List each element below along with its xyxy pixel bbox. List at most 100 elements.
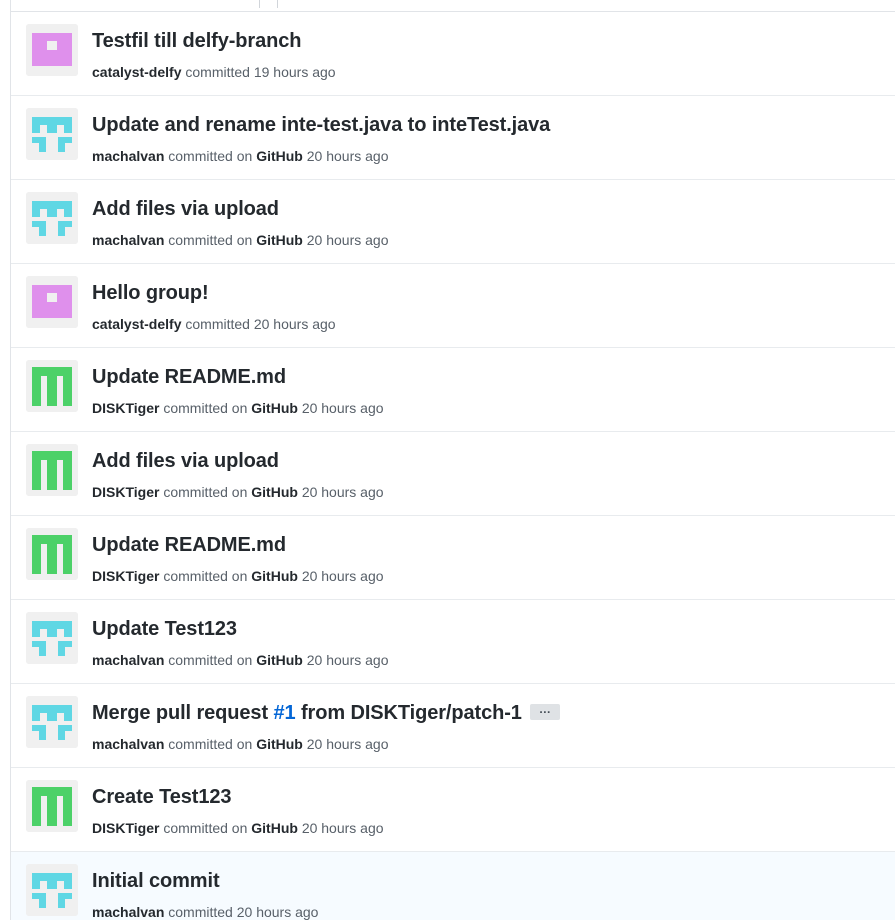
commit-row[interactable]: Add files via upload DISKTiger committed…: [11, 432, 895, 516]
identicon-purple: [26, 24, 78, 76]
commit-title[interactable]: Update and rename inte-test.java to inte…: [92, 114, 550, 137]
cyan-identicon-avatar[interactable]: [26, 864, 78, 916]
commit-meta: machalvan committed 20 hours ago: [92, 904, 318, 920]
commit-row[interactable]: Update README.md DISKTiger committed on …: [11, 516, 895, 600]
commit-time: 20 hours ago: [306, 652, 389, 668]
commit-title[interactable]: Add files via upload: [92, 450, 279, 473]
commit-platform: GitHub: [256, 232, 303, 248]
commit-row[interactable]: Testfil till delfy-branch catalyst-delfy…: [11, 12, 895, 96]
commit-platform: GitHub: [251, 484, 298, 500]
identicon-cyan: [26, 696, 78, 748]
commit-verb: committed on: [168, 232, 253, 248]
commit-meta: DISKTiger committed on GitHub 20 hours a…: [92, 568, 384, 584]
commit-verb: committed on: [163, 484, 248, 500]
commit-author[interactable]: catalyst-delfy: [92, 316, 181, 332]
commit-title[interactable]: Hello group!: [92, 282, 209, 305]
commit-platform: GitHub: [251, 400, 298, 416]
commit-verb: committed: [185, 316, 250, 332]
green-identicon-avatar[interactable]: [26, 780, 78, 832]
commit-row[interactable]: Hello group! catalyst-delfy committed 20…: [11, 264, 895, 348]
commit-time: 20 hours ago: [306, 736, 389, 752]
commit-meta: DISKTiger committed on GitHub 20 hours a…: [92, 484, 384, 500]
commit-title[interactable]: Update Test123: [92, 618, 237, 641]
identicon-cyan: [26, 192, 78, 244]
commit-platform: GitHub: [251, 568, 298, 584]
commit-meta: DISKTiger committed on GitHub 20 hours a…: [92, 400, 384, 416]
commit-meta: machalvan committed on GitHub 20 hours a…: [92, 652, 388, 668]
commit-platform: GitHub: [256, 148, 303, 164]
commit-platform: GitHub: [256, 652, 303, 668]
commit-meta: catalyst-delfy committed 20 hours ago: [92, 316, 336, 332]
expand-message-button[interactable]: …: [529, 703, 560, 720]
commit-time: 20 hours ago: [253, 316, 336, 332]
commit-row[interactable]: Update and rename inte-test.java to inte…: [11, 96, 895, 180]
commit-platform: GitHub: [256, 736, 303, 752]
commit-row[interactable]: Initial commit machalvan committed 20 ho…: [11, 852, 895, 920]
cyan-identicon-avatar[interactable]: [26, 108, 78, 160]
top-toolbar-edge: [11, 0, 895, 12]
commit-author[interactable]: machalvan: [92, 904, 164, 920]
commit-verb: committed: [185, 64, 250, 80]
commit-verb: committed on: [168, 652, 253, 668]
identicon-cyan: [26, 864, 78, 916]
identicon-green: [26, 780, 78, 832]
commit-title[interactable]: Add files via upload: [92, 198, 279, 221]
commit-time: 20 hours ago: [301, 400, 384, 416]
commit-row[interactable]: Update README.md DISKTiger committed on …: [11, 348, 895, 432]
commit-title-text[interactable]: Merge pull request: [92, 702, 273, 724]
purple-identicon-avatar[interactable]: [26, 24, 78, 76]
commit-title[interactable]: Testfil till delfy-branch: [92, 30, 301, 53]
commit-author[interactable]: DISKTiger: [92, 820, 159, 836]
commit-meta: machalvan committed on GitHub 20 hours a…: [92, 232, 388, 248]
commit-title: Merge pull request #1 from DISKTiger/pat…: [92, 702, 560, 725]
identicon-cyan: [26, 612, 78, 664]
commit-title-text[interactable]: from DISKTiger/patch-1: [296, 702, 522, 724]
commit-author[interactable]: machalvan: [92, 736, 164, 752]
commit-author[interactable]: DISKTiger: [92, 484, 159, 500]
commit-verb: committed on: [163, 568, 248, 584]
commit-platform: GitHub: [251, 820, 298, 836]
green-identicon-avatar[interactable]: [26, 360, 78, 412]
commit-time: 20 hours ago: [306, 232, 389, 248]
commit-title[interactable]: Initial commit: [92, 870, 220, 893]
commit-row[interactable]: Update Test123 machalvan committed on Gi…: [11, 600, 895, 684]
commit-time: 20 hours ago: [301, 484, 384, 500]
commit-verb: committed on: [168, 148, 253, 164]
commit-meta: machalvan committed on GitHub 20 hours a…: [92, 148, 388, 164]
green-identicon-avatar[interactable]: [26, 528, 78, 580]
commit-verb: committed: [168, 904, 233, 920]
commit-history-panel: Testfil till delfy-branch catalyst-delfy…: [10, 0, 895, 920]
cyan-identicon-avatar[interactable]: [26, 192, 78, 244]
purple-identicon-avatar[interactable]: [26, 276, 78, 328]
commit-time: 20 hours ago: [301, 568, 384, 584]
commit-verb: committed on: [163, 820, 248, 836]
commit-author[interactable]: machalvan: [92, 148, 164, 164]
commit-author[interactable]: DISKTiger: [92, 400, 159, 416]
identicon-cyan: [26, 108, 78, 160]
commit-author[interactable]: machalvan: [92, 232, 164, 248]
commit-time: 20 hours ago: [236, 904, 319, 920]
commit-author[interactable]: DISKTiger: [92, 568, 159, 584]
cyan-identicon-avatar[interactable]: [26, 612, 78, 664]
commit-title[interactable]: Create Test123: [92, 786, 232, 809]
commit-time: 20 hours ago: [301, 820, 384, 836]
commit-meta: DISKTiger committed on GitHub 20 hours a…: [92, 820, 384, 836]
commit-row[interactable]: Add files via upload machalvan committed…: [11, 180, 895, 264]
identicon-green: [26, 528, 78, 580]
toolbar-divider: [277, 0, 278, 8]
commit-title[interactable]: Update README.md: [92, 534, 286, 557]
commit-title[interactable]: Update README.md: [92, 366, 286, 389]
commit-row[interactable]: Merge pull request #1 from DISKTiger/pat…: [11, 684, 895, 768]
commit-author[interactable]: machalvan: [92, 652, 164, 668]
commit-verb: committed on: [168, 736, 253, 752]
commit-verb: committed on: [163, 400, 248, 416]
identicon-green: [26, 444, 78, 496]
green-identicon-avatar[interactable]: [26, 444, 78, 496]
commit-row[interactable]: Create Test123 DISKTiger committed on Gi…: [11, 768, 895, 852]
commit-time: 20 hours ago: [306, 148, 389, 164]
cyan-identicon-avatar[interactable]: [26, 696, 78, 748]
pull-request-link[interactable]: #1: [273, 702, 295, 724]
commit-meta: catalyst-delfy committed 19 hours ago: [92, 64, 336, 80]
commit-author[interactable]: catalyst-delfy: [92, 64, 181, 80]
identicon-green: [26, 360, 78, 412]
